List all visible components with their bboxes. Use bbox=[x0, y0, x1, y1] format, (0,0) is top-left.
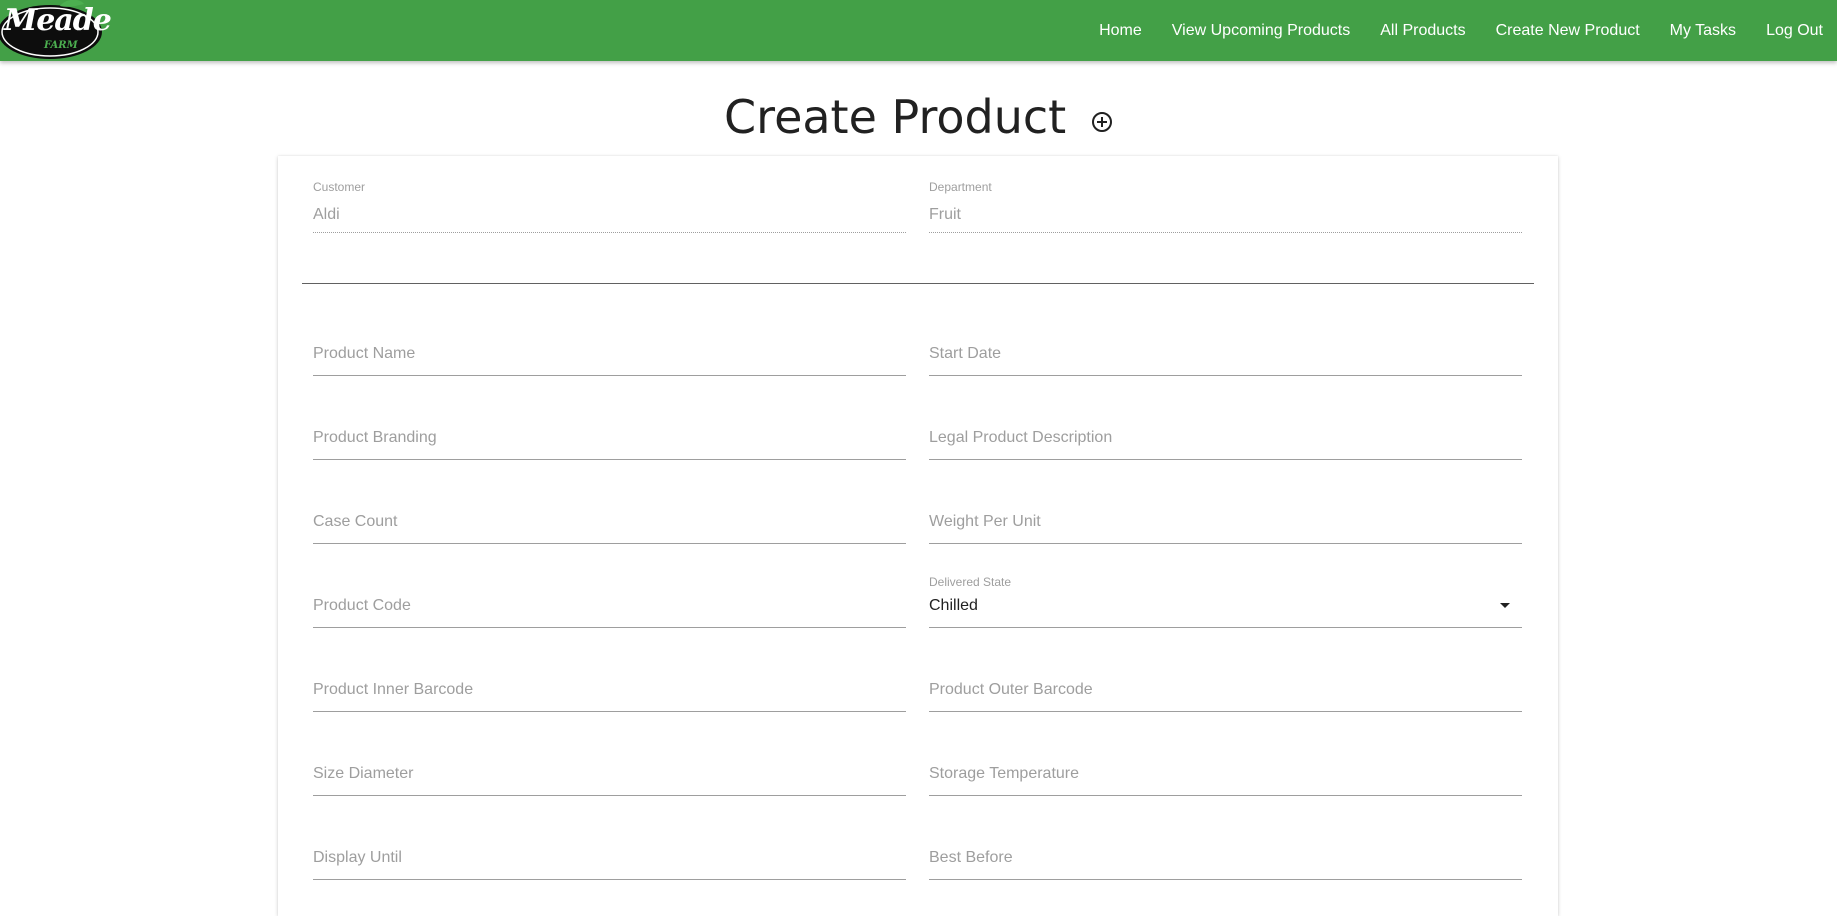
department-label: Department bbox=[929, 180, 992, 194]
top-navbar: Meade FARM Home View Upcoming Products A… bbox=[0, 0, 1837, 61]
delivered-state-label: Delivered State bbox=[929, 575, 1012, 589]
logo-subtitle: FARM bbox=[44, 40, 78, 51]
delivered-state-value: Chilled bbox=[929, 597, 978, 614]
case-count-placeholder: Case Count bbox=[313, 513, 398, 530]
product-name-placeholder: Product Name bbox=[313, 345, 416, 362]
customer-value: Aldi bbox=[313, 206, 340, 223]
logo-wordmark: Meade bbox=[4, 3, 112, 38]
add-circle-icon bbox=[1091, 90, 1113, 144]
nav-home[interactable]: Home bbox=[1099, 22, 1142, 40]
product-outer-barcode-input[interactable]: Product Outer Barcode bbox=[929, 667, 1522, 712]
nav-links: Home View Upcoming Products All Products… bbox=[1069, 0, 1823, 61]
size-diameter-placeholder: Size Diameter bbox=[313, 765, 414, 782]
delivered-state-select[interactable]: Delivered State Chilled bbox=[929, 575, 1522, 628]
weight-per-unit-input[interactable]: Weight Per Unit bbox=[929, 499, 1522, 544]
dropdown-arrow-icon bbox=[1500, 603, 1510, 608]
legal-product-description-input[interactable]: Legal Product Description bbox=[929, 415, 1522, 460]
product-inner-barcode-input[interactable]: Product Inner Barcode bbox=[313, 667, 906, 712]
product-branding-input[interactable]: Product Branding bbox=[313, 415, 906, 460]
product-name-input[interactable]: Product Name bbox=[313, 331, 906, 376]
department-value: Fruit bbox=[929, 206, 961, 223]
storage-temperature-input[interactable]: Storage Temperature bbox=[929, 751, 1522, 796]
meade-farm-logo[interactable]: Meade FARM bbox=[0, 0, 112, 61]
size-diameter-input[interactable]: Size Diameter bbox=[313, 751, 906, 796]
start-date-input[interactable]: Start Date bbox=[929, 331, 1522, 376]
customer-field: Customer Aldi bbox=[313, 180, 906, 233]
create-product-form: Customer Aldi Department Fruit Product N… bbox=[278, 156, 1558, 916]
customer-label: Customer bbox=[313, 180, 366, 194]
section-divider bbox=[302, 283, 1534, 284]
weight-per-unit-placeholder: Weight Per Unit bbox=[929, 513, 1041, 530]
product-outer-barcode-placeholder: Product Outer Barcode bbox=[929, 681, 1093, 698]
nav-log-out[interactable]: Log Out bbox=[1766, 22, 1823, 40]
nav-create-new-product[interactable]: Create New Product bbox=[1496, 22, 1640, 40]
start-date-placeholder: Start Date bbox=[929, 345, 1002, 362]
product-code-placeholder: Product Code bbox=[313, 597, 411, 614]
storage-temperature-placeholder: Storage Temperature bbox=[929, 765, 1080, 782]
product-inner-barcode-placeholder: Product Inner Barcode bbox=[313, 681, 474, 698]
product-code-input[interactable]: Product Code bbox=[313, 583, 906, 628]
display-until-input[interactable]: Display Until bbox=[313, 835, 906, 880]
nav-my-tasks[interactable]: My Tasks bbox=[1670, 22, 1736, 40]
best-before-input[interactable]: Best Before bbox=[929, 835, 1522, 880]
legal-product-description-placeholder: Legal Product Description bbox=[929, 429, 1113, 446]
page-title: Create Product bbox=[724, 90, 1067, 145]
department-field: Department Fruit bbox=[929, 180, 1522, 233]
nav-view-upcoming-products[interactable]: View Upcoming Products bbox=[1172, 22, 1350, 40]
nav-all-products[interactable]: All Products bbox=[1380, 22, 1465, 40]
product-branding-placeholder: Product Branding bbox=[313, 429, 437, 446]
page-heading: Create Product bbox=[0, 90, 1837, 152]
case-count-input[interactable]: Case Count bbox=[313, 499, 906, 544]
best-before-placeholder: Best Before bbox=[929, 849, 1013, 866]
display-until-placeholder: Display Until bbox=[313, 849, 402, 866]
